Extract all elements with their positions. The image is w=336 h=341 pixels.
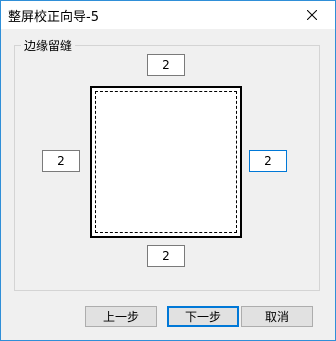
bottom-margin-input[interactable] bbox=[147, 245, 185, 267]
close-icon bbox=[307, 10, 317, 20]
close-button[interactable] bbox=[289, 1, 335, 29]
dialog-body: 边缘留缝 上一步 下一步 取消 bbox=[1, 29, 335, 340]
cancel-button[interactable]: 取消 bbox=[241, 306, 313, 327]
dialog-window: 整屏校正向导-5 边缘留缝 上一步 下一步 取消 bbox=[0, 0, 336, 341]
group-label: 边缘留缝 bbox=[21, 37, 76, 54]
left-margin-input[interactable] bbox=[42, 150, 80, 172]
window-title: 整屏校正向导-5 bbox=[8, 10, 99, 25]
prev-button[interactable]: 上一步 bbox=[85, 306, 157, 327]
next-button[interactable]: 下一步 bbox=[167, 306, 239, 327]
top-margin-input[interactable] bbox=[147, 54, 185, 76]
screen-margin-outline bbox=[95, 91, 237, 233]
title-bar[interactable]: 整屏校正向导-5 bbox=[1, 1, 335, 29]
screen-preview bbox=[90, 86, 242, 238]
right-margin-input[interactable] bbox=[249, 150, 287, 172]
